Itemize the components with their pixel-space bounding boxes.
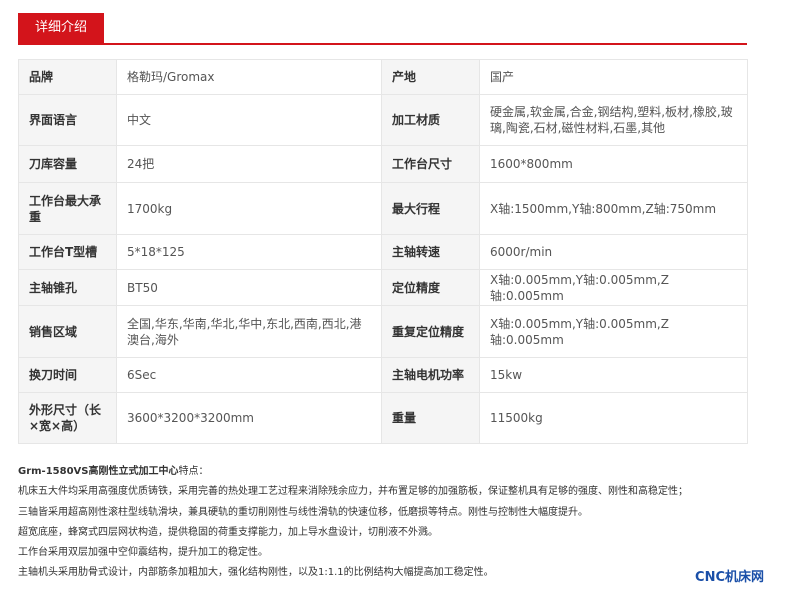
- table-row: 主轴锥孔 BT50 定位精度 X轴:0.005mm,Y轴:0.005mm,Z轴:…: [18, 269, 748, 306]
- feature-line: 超宽底座，蜂窝式四层网状构造，提供稳固的荷重支撑能力，加上导水盘设计，切削液不外…: [18, 526, 438, 538]
- table-row: 销售区域 全国,华东,华南,华北,华中,东北,西南,西北,港澳台,海外 重复定位…: [18, 305, 748, 358]
- table-row: 工作台最大承重 1700kg 最大行程 X轴:1500mm,Y轴:800mm,Z…: [18, 182, 748, 235]
- spec-key: 主轴电机功率: [381, 357, 480, 393]
- spec-value: 5*18*125: [116, 234, 382, 270]
- table-row: 刀库容量 24把 工作台尺寸 1600*800mm: [18, 145, 748, 183]
- feature-line: 工作台采用双层加强中空仰震结构，提升加工的稳定性。: [18, 547, 268, 559]
- feature-line: 三轴皆采用超高刚性滚柱型线轨滑块，兼具硬轨的重切削刚性与线性滑轨的快速位移，低磨…: [18, 506, 588, 518]
- spec-key: 刀库容量: [18, 145, 117, 183]
- spec-value: 3600*3200*3200mm: [116, 392, 382, 444]
- spec-key: 重量: [381, 392, 480, 444]
- spec-value: 1600*800mm: [479, 145, 748, 183]
- table-row: 工作台T型槽 5*18*125 主轴转速 6000r/min: [18, 234, 748, 270]
- tab-detail-intro[interactable]: 详细介绍: [18, 13, 104, 43]
- spec-key: 加工材质: [381, 94, 480, 146]
- feature-title: Grm-1580VS高刚性立式加工中心特点：: [18, 462, 758, 482]
- spec-key: 工作台T型槽: [18, 234, 117, 270]
- spec-key: 定位精度: [381, 269, 480, 306]
- spec-table: 品牌 格勒玛/Gromax 产地 国产 界面语言 中文 加工材质 硬金属,软金属…: [18, 59, 748, 444]
- spec-key: 工作台最大承重: [18, 182, 117, 235]
- spec-value: X轴:0.005mm,Y轴:0.005mm,Z轴:0.005mm: [479, 305, 748, 358]
- spec-value: X轴:1500mm,Y轴:800mm,Z轴:750mm: [479, 182, 748, 235]
- spec-value: 全国,华东,华南,华北,华中,东北,西南,西北,港澳台,海外: [116, 305, 382, 358]
- site-watermark: CNC机床网: [695, 570, 764, 585]
- spec-value: 6Sec: [116, 357, 382, 393]
- spec-value: X轴:0.005mm,Y轴:0.005mm,Z轴:0.005mm: [479, 269, 748, 306]
- spec-value: 15kw: [479, 357, 748, 393]
- spec-value: 1700kg: [116, 182, 382, 235]
- spec-value: 国产: [479, 59, 748, 95]
- spec-value: 6000r/min: [479, 234, 748, 270]
- spec-key: 工作台尺寸: [381, 145, 480, 183]
- table-row: 品牌 格勒玛/Gromax 产地 国产: [18, 59, 748, 95]
- spec-key: 主轴转速: [381, 234, 480, 270]
- spec-value: 24把: [116, 145, 382, 183]
- spec-key: 销售区域: [18, 305, 117, 358]
- feature-line: 机床五大件均采用高强度优质铸铁，采用完善的热处理工艺过程来消除残余应力，并布置足…: [18, 486, 688, 498]
- spec-value: 硬金属,软金属,合金,钢结构,塑料,板材,橡胶,玻璃,陶瓷,石材,磁性材料,石墨…: [479, 94, 748, 146]
- feature-line: 主轴机头采用肋骨式设计，内部筋条加粗加大，强化结构刚性，以及1:1.1的比例结构…: [18, 567, 494, 579]
- spec-key: 重复定位精度: [381, 305, 480, 358]
- spec-key: 主轴锥孔: [18, 269, 117, 306]
- table-row: 界面语言 中文 加工材质 硬金属,软金属,合金,钢结构,塑料,板材,橡胶,玻璃,…: [18, 94, 748, 146]
- spec-key: 产地: [381, 59, 480, 95]
- detail-tab-bar: 详细介绍: [18, 13, 747, 45]
- table-row: 换刀时间 6Sec 主轴电机功率 15kw: [18, 357, 748, 393]
- feature-description: Grm-1580VS高刚性立式加工中心特点： 机床五大件均采用高强度优质铸铁，采…: [18, 462, 758, 584]
- spec-key: 外形尺寸（长×宽×高）: [18, 392, 117, 444]
- spec-key: 最大行程: [381, 182, 480, 235]
- spec-value: 格勒玛/Gromax: [116, 59, 382, 95]
- spec-key: 界面语言: [18, 94, 117, 146]
- table-row: 外形尺寸（长×宽×高） 3600*3200*3200mm 重量 11500kg: [18, 392, 748, 444]
- spec-value: 11500kg: [479, 392, 748, 444]
- spec-value: BT50: [116, 269, 382, 306]
- spec-key: 换刀时间: [18, 357, 117, 393]
- model-name: Grm-1580VS高刚性立式加工中心: [18, 466, 179, 477]
- feature-title-suffix: 特点：: [178, 466, 209, 477]
- spec-key: 品牌: [18, 59, 117, 95]
- spec-value: 中文: [116, 94, 382, 146]
